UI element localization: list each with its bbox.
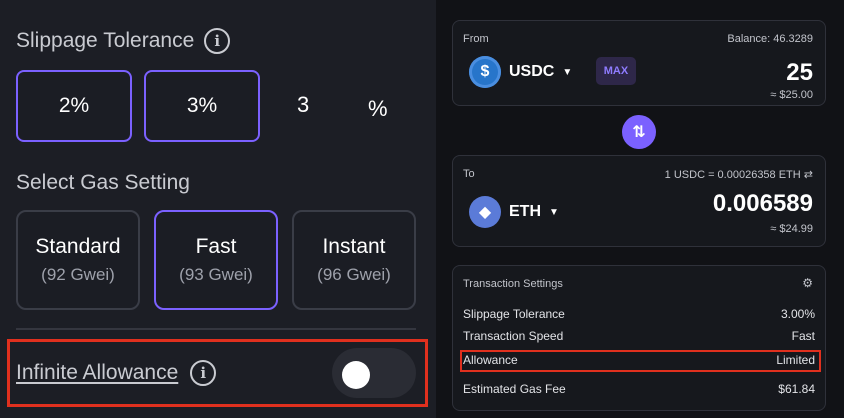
swap-direction-icon[interactable]: ⇅ — [622, 115, 656, 149]
slippage-custom-input[interactable]: 3 — [297, 92, 309, 118]
to-label: To — [463, 168, 475, 180]
eth-token-icon: ◆ — [469, 196, 501, 228]
settings-row-value: Fast — [791, 329, 815, 343]
slippage-option-3[interactable]: 3% — [144, 70, 260, 142]
swap-summary-panel: From Balance: 46.3289 $ USDC ▼ MAX 25 ≈ … — [436, 0, 844, 418]
gas-setting-heading: Select Gas Setting — [16, 171, 190, 195]
slippage-tolerance-title: Slippage Tolerance — [16, 29, 195, 52]
gas-option-fast[interactable]: Fast (93 Gwei) — [154, 210, 278, 310]
divider — [16, 328, 416, 330]
gas-option-price: (92 Gwei) — [41, 265, 115, 284]
settings-row-speed: Transaction Speed Fast — [463, 329, 815, 343]
transaction-settings-card: Transaction Settings ⚙ Slippage Toleranc… — [452, 265, 826, 411]
to-usd-value: ≈ $24.99 — [770, 223, 813, 235]
gas-setting-title: Select Gas Setting — [16, 171, 190, 194]
usdc-token-icon: $ — [469, 56, 501, 88]
gas-option-name: Fast — [195, 235, 237, 258]
from-amount-input[interactable]: 25 — [786, 59, 813, 87]
settings-row-label: Estimated Gas Fee — [463, 382, 566, 396]
info-icon[interactable]: i — [204, 28, 231, 54]
to-token-symbol: ETH — [509, 203, 541, 220]
to-card: To 1 USDC = 0.00026358 ETH ⇄ ◆ ETH ▼ 0.0… — [452, 155, 826, 247]
highlight-box — [460, 350, 821, 372]
max-button[interactable]: MAX — [596, 57, 636, 85]
from-card: From Balance: 46.3289 $ USDC ▼ MAX 25 ≈ … — [452, 20, 826, 106]
to-token-selector[interactable]: ◆ ETH ▼ — [469, 196, 559, 228]
gear-icon[interactable]: ⚙ — [802, 276, 813, 290]
settings-row-label: Slippage Tolerance — [463, 307, 565, 321]
chevron-down-icon: ▼ — [562, 66, 573, 78]
settings-row-value: $61.84 — [778, 382, 815, 396]
from-token-selector[interactable]: $ USDC ▼ — [469, 56, 572, 88]
gas-option-name: Instant — [322, 235, 386, 258]
transaction-settings-title: Transaction Settings — [463, 278, 563, 290]
from-token-symbol: USDC — [509, 63, 555, 80]
slippage-percent-suffix: % — [368, 96, 388, 121]
slippage-option-2[interactable]: 2% — [16, 70, 132, 142]
gas-option-price: (93 Gwei) — [179, 265, 253, 284]
chevron-down-icon: ▼ — [549, 206, 559, 218]
swap-settings-panel: Slippage Tolerance i 2% 3% 3 % Select Ga… — [0, 0, 432, 418]
exchange-rate[interactable]: 1 USDC = 0.00026358 ETH ⇄ — [665, 168, 813, 181]
settings-row-value: 3.00% — [780, 307, 815, 321]
from-label: From — [463, 33, 489, 45]
balance-text: Balance: 46.3289 — [727, 33, 813, 45]
slippage-tolerance-heading: Slippage Tolerance i — [16, 28, 231, 54]
to-amount: 0.006589 — [712, 190, 813, 217]
gas-option-standard[interactable]: Standard (92 Gwei) — [16, 210, 140, 310]
highlight-box — [7, 339, 428, 407]
gas-option-instant[interactable]: Instant (96 Gwei) — [292, 210, 416, 310]
gas-option-price: (96 Gwei) — [317, 265, 391, 284]
settings-row-gas-fee: Estimated Gas Fee $61.84 — [463, 382, 815, 396]
settings-row-slippage: Slippage Tolerance 3.00% — [463, 307, 815, 321]
gas-option-name: Standard — [35, 235, 121, 258]
from-usd-value: ≈ $25.00 — [770, 89, 813, 101]
settings-row-label: Transaction Speed — [463, 329, 564, 343]
